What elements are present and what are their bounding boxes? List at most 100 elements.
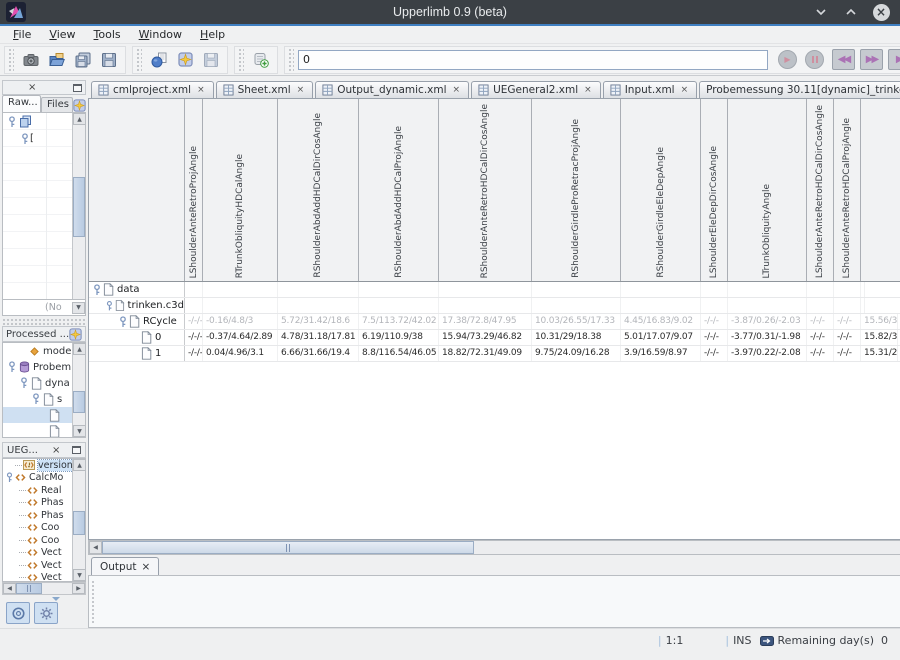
scroll-left-icon[interactable]: ◀ bbox=[3, 583, 16, 594]
tree-expander-key-icon[interactable] bbox=[19, 377, 29, 389]
scroll-left-icon[interactable]: ◀ bbox=[89, 541, 102, 554]
wizard-button[interactable] bbox=[172, 48, 198, 72]
panel-restore-icon[interactable] bbox=[73, 84, 82, 92]
menu-tools[interactable]: Tools bbox=[85, 26, 130, 44]
panel-close-icon[interactable]: × bbox=[52, 445, 60, 456]
column-header[interactable]: LShoulderAnteRetroHDCalDirCosAngle bbox=[807, 99, 834, 281]
tab-probemessung-mat[interactable]: Probemessung 30.11[dynamic]_trinken.mat … bbox=[699, 81, 900, 98]
ueg-horizontal-scrollbar[interactable]: ◀ ▶ bbox=[2, 582, 86, 595]
tab-files[interactable]: Files bbox=[41, 97, 73, 112]
scroll-up-icon[interactable]: ▲ bbox=[73, 459, 86, 471]
column-header[interactable]: LTrunkObliquityAngle bbox=[728, 99, 807, 281]
toolbar-drag-handle[interactable] bbox=[238, 48, 244, 72]
target-toggle-button[interactable] bbox=[6, 602, 30, 624]
tree-expander-key-icon[interactable] bbox=[105, 300, 114, 312]
tab-input[interactable]: Input.xml × bbox=[603, 81, 697, 98]
new-model-button[interactable] bbox=[146, 48, 172, 72]
table-row[interactable]: data bbox=[89, 282, 900, 298]
fast-forward-button[interactable]: ▶▶ bbox=[860, 49, 883, 70]
play-button[interactable]: ▶ bbox=[778, 50, 797, 69]
column-header[interactable]: RShoulderAbdAddHDCalProjAngle bbox=[359, 99, 439, 281]
files-panel-titlebar[interactable]: × bbox=[2, 80, 86, 95]
table-row[interactable]: 1 -/-/-0.04/4.96/3.1 6.66/31.66/19.48.8/… bbox=[89, 346, 900, 362]
files-wizard-button[interactable] bbox=[73, 99, 86, 112]
toolbar-drag-handle[interactable] bbox=[8, 48, 14, 72]
panel-restore-icon[interactable] bbox=[72, 446, 81, 454]
table-row[interactable]: trinken.c3d bbox=[89, 298, 900, 314]
column-header[interactable]: RTrunkObliquityHDCalAngle bbox=[203, 99, 278, 281]
menu-file[interactable]: File bbox=[4, 26, 40, 44]
splitter-collapse-icon[interactable] bbox=[52, 597, 60, 601]
tab-close-icon[interactable]: × bbox=[195, 85, 207, 96]
column-header[interactable]: RShoulderAnteRetroHDCalDirCosAngle bbox=[439, 99, 532, 281]
toolbar-drag-handle[interactable] bbox=[136, 48, 142, 72]
maximize-button[interactable] bbox=[842, 3, 860, 21]
save-all-button[interactable] bbox=[70, 48, 96, 72]
snapshot-button[interactable] bbox=[18, 48, 44, 72]
frame-number-input[interactable] bbox=[298, 50, 768, 70]
files-vertical-scrollbar[interactable]: ▲ bbox=[72, 113, 85, 299]
tree-expander-key-icon[interactable] bbox=[31, 393, 41, 405]
settings-toggle-button[interactable] bbox=[34, 602, 58, 624]
column-header[interactable]: RShoulderGirdleEleDepAngle bbox=[621, 99, 701, 281]
tab-cmlproject[interactable]: cmlproject.xml × bbox=[91, 81, 214, 98]
close-button[interactable]: × bbox=[872, 3, 890, 21]
panel-close-icon[interactable]: × bbox=[28, 83, 36, 93]
save-model-button[interactable] bbox=[198, 48, 224, 72]
scrollbar-thumb[interactable] bbox=[16, 583, 42, 594]
column-header[interactable]: RShoulderGirdleProRetracProjAngle bbox=[532, 99, 621, 281]
scrollbar-thumb[interactable] bbox=[73, 177, 85, 237]
table-row[interactable]: RCycle -/-/--0.16/4.8/3 5.72/31.42/18.67… bbox=[89, 314, 900, 330]
panel-drag-handle[interactable] bbox=[91, 580, 96, 623]
tree-expander-key-icon[interactable] bbox=[118, 316, 128, 328]
tab-uegeneral2[interactable]: UEGeneral2.xml × bbox=[471, 81, 601, 98]
open-button[interactable] bbox=[44, 48, 70, 72]
column-header[interactable]: LShoulderEleDepDirCosAngle bbox=[701, 99, 728, 281]
toolbar-drag-handle[interactable] bbox=[288, 48, 294, 72]
table-row[interactable]: 0 -/-/--0.37/4.64/2.89 4.78/31.18/17.816… bbox=[89, 330, 900, 346]
scrollbar-thumb[interactable] bbox=[73, 511, 85, 535]
ueg-vertical-scrollbar[interactable]: ▲ ▼ bbox=[72, 459, 85, 581]
tab-close-icon[interactable]: × bbox=[679, 85, 691, 96]
scrollbar-thumb[interactable] bbox=[102, 541, 474, 554]
tab-close-icon[interactable]: × bbox=[295, 85, 307, 96]
tab-close-icon[interactable]: × bbox=[141, 561, 150, 573]
scroll-right-icon[interactable]: ▶ bbox=[72, 583, 85, 594]
menu-help[interactable]: Help bbox=[191, 26, 234, 44]
grid-horizontal-scrollbar[interactable]: ◀ ▶ bbox=[88, 540, 900, 555]
tree-expander-key-icon[interactable] bbox=[7, 116, 17, 128]
tree-expander-key-icon[interactable] bbox=[92, 284, 102, 296]
tab-close-icon[interactable]: × bbox=[451, 85, 463, 96]
tree-expander-key-icon[interactable] bbox=[7, 361, 17, 373]
processed-vertical-scrollbar[interactable]: ▲ ▼ bbox=[72, 343, 85, 437]
column-header[interactable] bbox=[861, 99, 900, 281]
tab-sheet[interactable]: Sheet.xml × bbox=[216, 81, 314, 98]
pause-button[interactable] bbox=[805, 50, 824, 69]
ueg-panel-header[interactable]: UEG... × bbox=[2, 442, 86, 458]
tab-output[interactable]: Output × bbox=[91, 557, 159, 575]
scroll-down-icon[interactable]: ▼ bbox=[72, 302, 85, 314]
minimize-button[interactable] bbox=[812, 3, 830, 21]
add-data-button[interactable] bbox=[248, 48, 274, 72]
column-header[interactable]: LShoulderAnteRetroProjAngle bbox=[185, 99, 203, 281]
processed-wizard-button[interactable] bbox=[69, 328, 82, 341]
tab-output-dynamic[interactable]: Output_dynamic.xml × bbox=[315, 81, 469, 98]
tree-expander-key-icon[interactable] bbox=[20, 133, 30, 145]
scroll-down-icon[interactable]: ▼ bbox=[73, 425, 86, 437]
scroll-down-icon[interactable]: ▼ bbox=[73, 569, 86, 581]
skip-to-end-button[interactable]: ▶| bbox=[888, 49, 900, 70]
panel-splitter[interactable] bbox=[2, 318, 86, 326]
tree-expander-key-icon[interactable] bbox=[5, 472, 14, 483]
tab-close-icon[interactable]: × bbox=[582, 85, 594, 96]
scroll-up-icon[interactable]: ▲ bbox=[73, 343, 86, 355]
scroll-up-icon[interactable]: ▲ bbox=[73, 113, 86, 125]
processed-panel-header[interactable]: Processed ... bbox=[2, 326, 86, 342]
menu-window[interactable]: Window bbox=[130, 26, 191, 44]
save-button[interactable] bbox=[96, 48, 122, 72]
menu-view[interactable]: View bbox=[40, 26, 84, 44]
tab-raw[interactable]: Raw... bbox=[2, 95, 41, 112]
column-header[interactable]: RShoulderAbdAddHDCalDirCosAngle bbox=[278, 99, 359, 281]
rewind-button[interactable]: ◀◀ bbox=[832, 49, 855, 70]
column-header[interactable]: LShoulderAnteRetroHDCalProjAngle bbox=[834, 99, 861, 281]
scrollbar-thumb[interactable] bbox=[73, 391, 85, 413]
